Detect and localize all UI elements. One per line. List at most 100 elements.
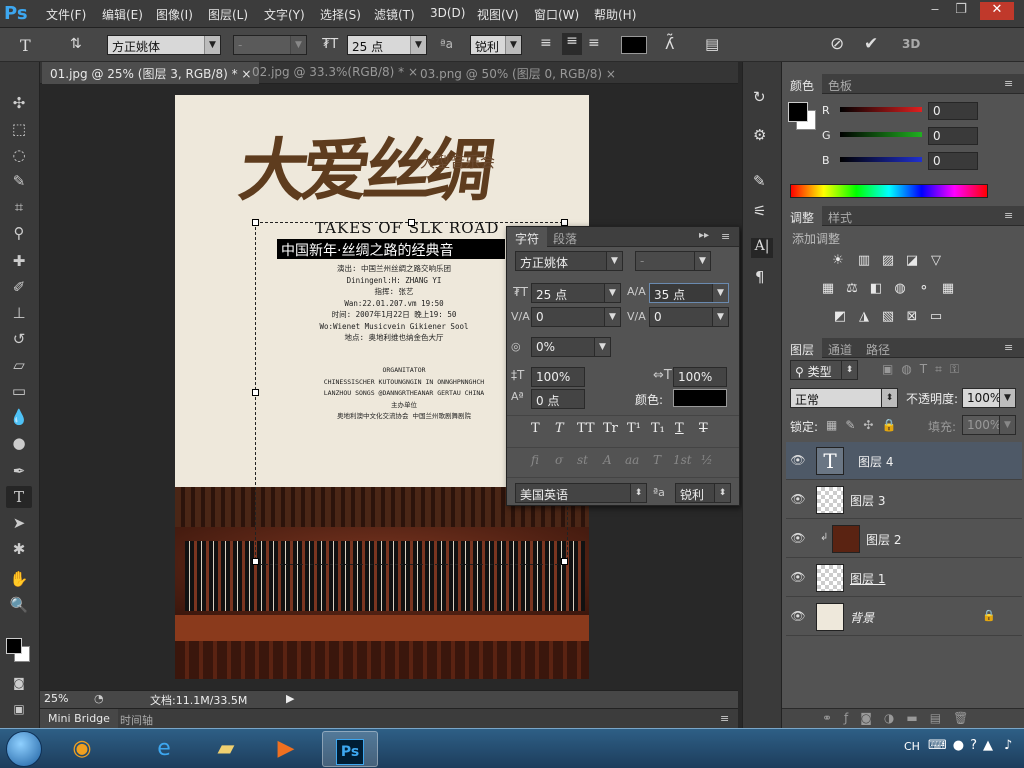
menu-3d[interactable]: 3D(D) — [430, 6, 465, 20]
align-center-icon[interactable]: ≡ — [562, 33, 582, 55]
visibility-eye-icon[interactable]: 👁 — [790, 453, 806, 469]
font-size-select[interactable]: 25 点 ▼ — [347, 35, 427, 55]
char-tsume-field[interactable]: 0% ▼ — [531, 337, 611, 357]
restore-button[interactable]: ❐ — [948, 2, 974, 20]
hand-tool-icon[interactable]: ✋ — [6, 568, 32, 590]
panel-menu-icon[interactable]: ≡ — [1004, 341, 1013, 354]
font-family-select[interactable]: 方正姚体 ▼ — [107, 35, 221, 55]
lock-icons[interactable]: ▦✎✣🔒 — [826, 418, 904, 432]
tab-channels[interactable]: 通道 — [820, 338, 860, 358]
panel-menu-icon[interactable]: ≡ — [720, 712, 729, 725]
visibility-eye-icon[interactable]: 👁 — [790, 570, 806, 586]
3d-mode-button[interactable]: 3D — [902, 37, 920, 51]
commit-check-icon[interactable]: ✔ — [864, 34, 878, 54]
blue-value-field[interactable]: 0 — [928, 152, 978, 170]
opacity-field[interactable]: 100% ▼ — [962, 388, 1016, 408]
tab-timeline[interactable]: 时间轴 — [112, 709, 161, 729]
color-balance-icon[interactable]: ⚖ — [844, 282, 860, 296]
menu-select[interactable]: 选择(S) — [320, 6, 361, 23]
tab-styles[interactable]: 样式 — [820, 206, 860, 226]
menu-help[interactable]: 帮助(H) — [594, 6, 636, 23]
brightness-icon[interactable]: ☀ — [830, 254, 846, 268]
history-brush-tool-icon[interactable]: ↺ — [6, 328, 32, 350]
fill-field[interactable]: 100% ▼ — [962, 415, 1016, 435]
eyedropper-tool-icon[interactable]: ⚲ — [6, 222, 32, 244]
char-hscale-field[interactable]: 100% — [673, 367, 727, 387]
layer-name[interactable]: 背景 — [850, 609, 874, 626]
eraser-tool-icon[interactable]: ▱ — [6, 354, 32, 376]
menu-filter[interactable]: 滤镜(T) — [374, 6, 415, 23]
red-value-field[interactable]: 0 — [928, 102, 978, 120]
green-slider[interactable] — [840, 132, 922, 137]
discretionary-ligature-button[interactable]: σ — [555, 453, 563, 467]
antialias-select[interactable]: 锐利 ▼ — [470, 35, 522, 55]
panel-menu-icon[interactable]: ≡ — [1004, 77, 1013, 90]
path-select-tool-icon[interactable]: ➤ — [6, 512, 32, 534]
foreground-color-swatch[interactable] — [6, 638, 22, 654]
posterize-icon[interactable]: ◮ — [856, 310, 872, 324]
layer-row[interactable]: 👁 图层 1 — [786, 559, 1022, 597]
layer-actions-icons[interactable]: ⚭ƒ◙◑▬▤🗑 — [822, 711, 980, 725]
start-button-icon[interactable] — [6, 731, 42, 767]
tab-swatches[interactable]: 色板 — [820, 74, 860, 94]
tab-doc-02[interactable]: 02.jpg @ 33.3%(RGB/8) * × — [244, 62, 426, 84]
layer-row[interactable]: 👁 T 图层 4 — [786, 442, 1022, 480]
exposure-icon[interactable]: ◪ — [904, 254, 920, 268]
char-vscale-field[interactable]: 100% — [531, 367, 585, 387]
tab-doc-03[interactable]: 03.png @ 50% (图层 0, RGB/8) × — [412, 62, 624, 84]
tab-doc-01[interactable]: 01.jpg @ 25% (图层 3, RGB/8) * × — [42, 62, 260, 84]
char-font-style-select[interactable]: - ▼ — [635, 251, 711, 271]
ime-indicator[interactable]: CH — [904, 740, 920, 753]
char-font-family-select[interactable]: 方正姚体 ▼ — [515, 251, 623, 271]
panel-menu-icon[interactable]: ≡ — [721, 230, 730, 243]
menu-image[interactable]: 图像(I) — [156, 6, 193, 23]
screen-mode-icon[interactable]: ▣ — [6, 698, 32, 720]
fg-color-swatch[interactable] — [788, 102, 808, 122]
char-baseline-field[interactable]: 0 点 — [531, 389, 585, 409]
selective-color-icon[interactable]: ⊠ — [904, 310, 920, 324]
tab-layers[interactable]: 图层 — [782, 338, 823, 358]
menu-file[interactable]: 文件(F) — [46, 6, 86, 23]
menu-layer[interactable]: 图层(L) — [208, 6, 248, 23]
crop-tool-icon[interactable]: ⌗ — [6, 196, 32, 218]
strikethrough-button[interactable]: T — [699, 421, 708, 436]
tab-mini-bridge[interactable]: Mini Bridge — [40, 709, 118, 729]
color-lookup-icon[interactable]: ▦ — [940, 282, 956, 296]
status-icon[interactable]: ◔ — [94, 692, 104, 705]
blend-mode-select[interactable]: 正常 ⬍ — [790, 388, 898, 408]
dodge-tool-icon[interactable]: ● — [6, 432, 32, 454]
close-button[interactable]: ✕ — [980, 2, 1014, 20]
layer-row[interactable]: 👁 图层 3 — [786, 481, 1022, 519]
font-style-select[interactable]: - ▼ — [233, 35, 307, 55]
layer-name[interactable]: 图层 4 — [858, 453, 893, 470]
tab-character[interactable]: 字符 — [507, 227, 548, 247]
quick-mask-icon[interactable]: ◙ — [6, 672, 32, 694]
fractions-button[interactable]: ½ — [701, 453, 713, 467]
layer-filter-select[interactable]: ⚲ 类型 ⬍ — [790, 360, 858, 380]
text-orientation-icon[interactable]: ⇅ — [70, 36, 82, 52]
small-caps-button[interactable]: Tr — [603, 421, 618, 436]
quick-select-tool-icon[interactable]: ✎ — [6, 170, 32, 192]
all-caps-button[interactable]: TT — [577, 421, 595, 436]
visibility-eye-icon[interactable]: 👁 — [790, 531, 806, 547]
visibility-eye-icon[interactable]: 👁 — [790, 609, 806, 625]
healing-brush-tool-icon[interactable]: ✚ — [6, 250, 32, 272]
align-left-icon[interactable]: ≡ — [540, 35, 552, 51]
file-explorer-icon[interactable]: ▰ — [204, 731, 248, 767]
curves-icon[interactable]: ▨ — [880, 254, 896, 268]
photoshop-taskbar-button[interactable]: Ps — [322, 731, 378, 767]
properties-panel-icon[interactable]: ⚙ — [753, 126, 766, 144]
swash-button[interactable]: A — [603, 453, 612, 467]
warp-text-icon[interactable]: ʎ̃ — [665, 34, 674, 53]
tab-color[interactable]: 颜色 — [782, 74, 823, 94]
media-app-icon[interactable]: ◉ — [60, 731, 104, 767]
vibrance-icon[interactable]: ▽ — [928, 254, 944, 268]
char-size-field[interactable]: 25 点 ▼ — [531, 283, 621, 303]
tray-icons[interactable]: ⌨●?▲ — [928, 738, 999, 753]
titling-alternates-button[interactable]: T — [653, 453, 661, 467]
gradient-tool-icon[interactable]: ▭ — [6, 380, 32, 402]
blur-tool-icon[interactable]: 💧 — [6, 406, 32, 428]
black-white-icon[interactable]: ◧ — [868, 282, 884, 296]
character-panel-icon[interactable]: A| — [751, 238, 773, 258]
menu-view[interactable]: 视图(V) — [477, 6, 519, 23]
